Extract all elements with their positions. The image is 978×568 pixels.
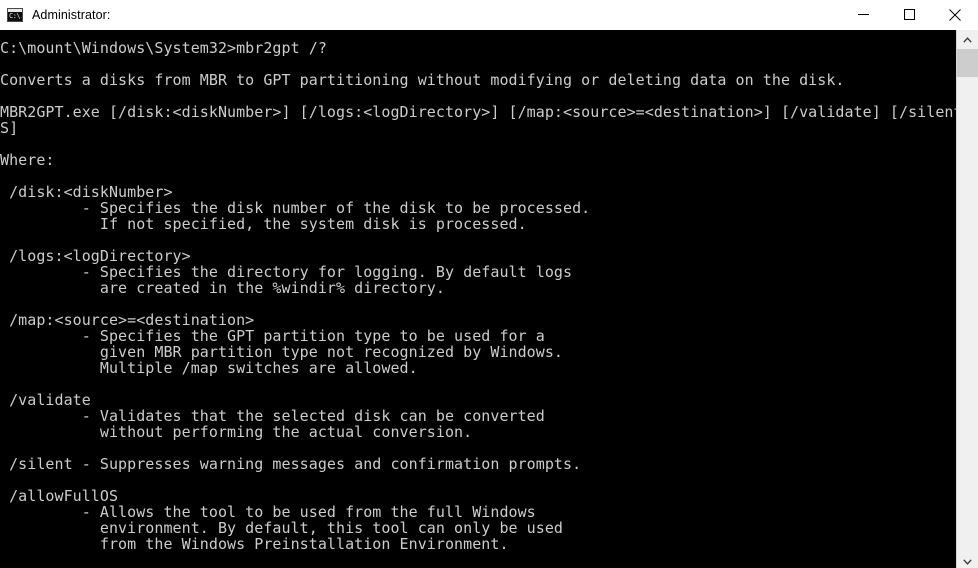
maximize-button[interactable] [886, 0, 932, 29]
scroll-up-button[interactable] [957, 30, 978, 49]
console-area[interactable]: C:\mount\Windows\System32>mbr2gpt /? Con… [0, 30, 978, 568]
chevron-down-icon [963, 559, 972, 565]
scrollbar-thumb[interactable] [957, 49, 978, 77]
window-controls [840, 0, 978, 29]
chevron-up-icon [963, 36, 972, 43]
title-bar[interactable]: C:\. Administrator: [0, 0, 978, 30]
close-icon [949, 8, 961, 21]
cmd-console-icon: C:\. [7, 7, 23, 22]
cmd-icon-glyph: C:\. [9, 11, 23, 20]
scrollbar-track[interactable] [957, 49, 978, 568]
console-output[interactable]: C:\mount\Windows\System32>mbr2gpt /? Con… [0, 30, 956, 568]
minimize-icon [857, 14, 869, 15]
console-window: C:\. Administrator: C:\mount\Windows\Sys… [0, 0, 978, 568]
window-title: Administrator: [32, 7, 111, 22]
title-bar-left: C:\. Administrator: [0, 7, 111, 22]
maximize-icon [903, 9, 915, 20]
close-button[interactable] [932, 0, 978, 29]
minimize-button[interactable] [840, 0, 886, 29]
scroll-down-button[interactable] [957, 559, 978, 568]
vertical-scrollbar[interactable] [956, 30, 978, 568]
